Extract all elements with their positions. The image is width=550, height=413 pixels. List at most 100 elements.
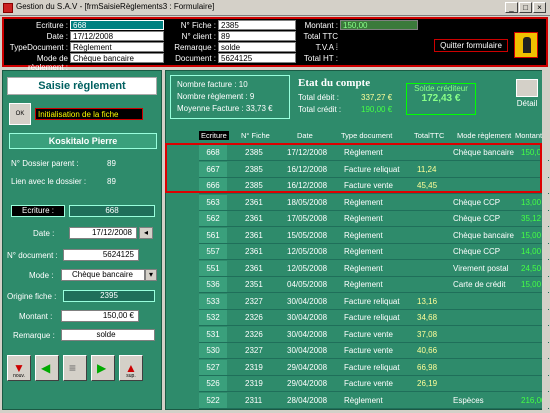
table-row[interactable]: 562 2361 17/05/2008 Règlement Chèque CCP 35,1… [199,211,549,227]
col-mode[interactable]: Mode règlement [457,131,511,140]
cell-type: Règlement [344,280,383,289]
nfiche-value: 2385 [218,20,296,30]
detail-label: Détail [516,99,538,108]
cell-date: 15/05/2008 [287,230,328,240]
maximize-button[interactable]: □ [519,2,532,13]
window-title: Gestion du S.A.V - [frmSaisieRèglements3… [16,2,215,11]
quit-form-button[interactable]: Quitter formulaire [434,39,508,52]
ndoc-field[interactable]: 5624125 [63,249,139,261]
cell-type: Facture vente [344,181,393,190]
typedoc-value: Règlement [70,42,164,52]
cell-date: 30/04/2008 [287,329,328,339]
minimize-button[interactable]: _ [505,2,518,13]
account-panel: Nombre facture : 10 Nombre règlement : 9… [165,70,549,410]
cell-fiche: 2385 [245,164,263,174]
moyenne-facture: Moyenne Facture : 33,73 € [177,104,273,113]
init-form-button[interactable]: Initialisation de la fiche [35,108,143,120]
cell-ttc: 37,08 [417,329,438,339]
col-montant[interactable]: Montant [515,131,542,140]
table-header: Ecriture N° Fiche Date Type document Tot… [199,131,549,143]
nb-factures: Nombre facture : 10 [177,80,248,89]
cell-ecriture: 563 [199,194,227,210]
mode-select[interactable]: Chèque bancaire [61,269,145,281]
col-fiche[interactable]: N° Fiche [241,131,270,140]
cell-date: 04/05/2008 [287,280,328,289]
table-row[interactable]: 532 2326 30/04/2008 Facture reliquat 34,68 [199,310,549,326]
cell-mode: Chèque bancaire [453,148,514,157]
cell-ecriture: 533 [199,293,227,309]
init-form[interactable]: OK Initialisation de la fiche [9,103,145,125]
table-row[interactable]: 533 2327 30/04/2008 Facture reliquat 13,16 [199,293,549,310]
table-row[interactable]: 557 2361 12/05/2008 Règlement Chèque CCP 14,0… [199,244,549,260]
table-row[interactable]: 551 2361 12/05/2008 Règlement Virement posta… [199,260,549,277]
cell-ecriture: 562 [199,211,227,226]
table-row[interactable]: 666 2385 16/12/2008 Facture vente 45,45 [199,178,549,194]
scrollbar[interactable] [542,70,548,410]
ok-check-icon[interactable]: OK [9,103,31,125]
cell-ecriture: 666 [199,178,227,193]
cell-mode: Carte de crédit [453,280,506,289]
table-row[interactable]: 536 2351 04/05/2008 Règlement Carte de crédi… [199,277,549,293]
cell-type: Facture reliquat [344,296,400,306]
detail-button[interactable]: Détail [512,79,542,115]
cell-fiche: 2326 [245,313,263,322]
col-ttc[interactable]: TotalTTC [414,131,444,140]
col-ecriture[interactable]: Ecriture [199,131,229,140]
nfiche-label: N° Fiche : [180,21,216,30]
table-row[interactable]: 530 2327 30/04/2008 Facture vente 40,66 [199,343,549,359]
table-row[interactable]: 527 2319 29/04/2008 Facture reliquat 66,98 [199,359,549,376]
previous-record-button[interactable]: ◀ [35,355,59,381]
cell-type: Règlement [344,148,383,157]
cell-fiche: 2385 [245,148,263,157]
next-record-button[interactable]: ▶ [91,355,115,381]
cell-montant: 13,00 [521,197,542,207]
entry-panel: Saisie règlement OK Initialisation de la… [2,70,162,410]
exit-icon[interactable] [514,32,538,58]
cell-ttc: 11,24 [417,164,437,174]
date-field[interactable]: 17/12/2008 [69,227,137,239]
cell-type: Facture reliquat [344,313,400,322]
montant-label: Montant : [304,21,338,30]
remarque-label: Remarque : [174,43,216,52]
montant-value: 150,00 [340,20,418,30]
close-button[interactable]: × [533,2,546,13]
list-record-button[interactable]: ≡ [63,355,87,381]
table-row[interactable]: 563 2361 18/05/2008 Règlement Chèque CCP 13,0… [199,194,549,211]
montant-field[interactable]: 150,00 € [61,310,139,322]
date-picker-icon[interactable]: ◂ [139,227,153,239]
cell-type: Facture reliquat [344,164,400,174]
chevron-down-icon[interactable]: ▾ [145,269,157,281]
cell-date: 30/04/2008 [287,296,328,306]
cell-ecriture: 530 [199,343,227,358]
cell-fiche: 2361 [245,263,263,273]
cell-ecriture: 522 [199,392,227,408]
cell-ttc: 26,19 [417,379,438,388]
cell-ecriture: 526 [199,376,227,391]
cell-fiche: 2311 [245,395,263,405]
nclient-value: 89 [218,31,296,41]
cell-fiche: 2319 [245,362,263,372]
cell-ecriture: 551 [199,260,227,276]
origine-field: 2395 [63,290,155,302]
table-row[interactable]: 668 2385 17/12/2008 Règlement Chèque bancair… [199,145,549,161]
table-row[interactable]: 526 2319 29/04/2008 Facture vente 26,19 [199,376,549,392]
cell-fiche: 2351 [245,280,263,289]
table-row[interactable]: 522 2311 28/04/2008 Règlement Espèces 216,00 [199,392,549,409]
table-row[interactable]: 561 2361 15/05/2008 Règlement Chèque bancair… [199,227,549,244]
new-record-label: nouv. [13,373,25,379]
col-date[interactable]: Date [297,131,313,140]
date-value: 17/12/2008 [70,31,164,41]
solde-value: 172,43 € [421,93,461,104]
remarque-field[interactable]: solde [61,329,155,341]
cell-fiche: 2361 [245,247,263,256]
cell-fiche: 2326 [245,329,263,339]
new-record-button[interactable]: ▼ nouv. [7,355,31,381]
remarque-value: solde [218,42,296,52]
cell-date: 18/05/2008 [287,197,328,207]
delete-record-button[interactable]: ▲ sup. [119,355,143,381]
table-row[interactable]: 667 2385 16/12/2008 Facture reliquat 11,24 [199,161,549,178]
col-type[interactable]: Type document [341,131,392,140]
cell-mode: Chèque CCP [453,214,501,223]
table-row[interactable]: 531 2326 30/04/2008 Facture vente 37,08 [199,326,549,343]
cell-date: 17/05/2008 [287,214,328,223]
